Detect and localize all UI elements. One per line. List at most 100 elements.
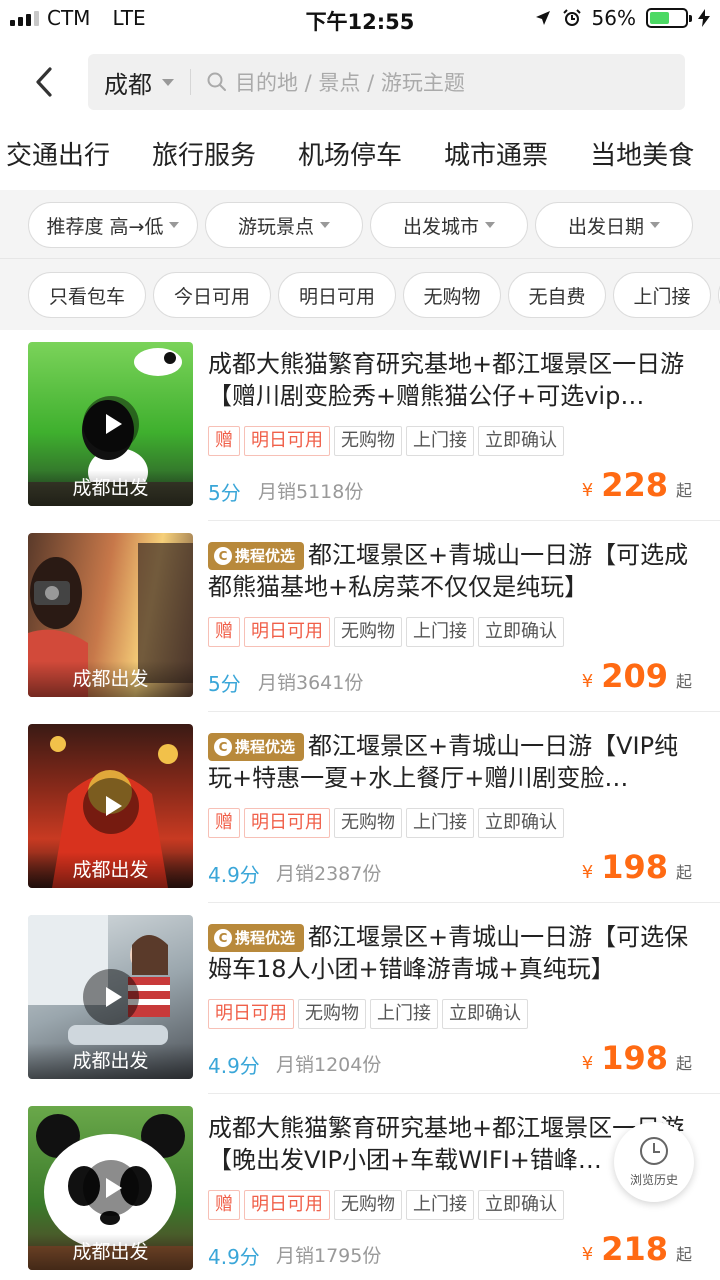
gift-tag: 赠 bbox=[208, 426, 240, 456]
pickup-tag: 上门接 bbox=[406, 808, 474, 838]
currency-symbol: ¥ bbox=[581, 862, 594, 883]
back-button[interactable] bbox=[24, 62, 64, 102]
product-title[interactable]: C 携程优选 都江堰景区+青城山一日游【VIP纯玩+特惠一夏+水上餐厅+赠川剧变脸… bbox=[208, 730, 698, 794]
product-sales: 月销5118份 bbox=[258, 481, 364, 503]
chevron-down-icon bbox=[485, 222, 495, 228]
instant-confirm-tag: 立即确认 bbox=[478, 426, 564, 456]
product-price: ¥ 198 起 bbox=[582, 848, 692, 886]
tomorrow-tag: 明日可用 bbox=[208, 999, 294, 1029]
badge-text: 携程优选 bbox=[235, 738, 296, 756]
sort-filter-label: 推荐度 高→低 bbox=[46, 215, 164, 238]
play-icon[interactable] bbox=[82, 969, 139, 1025]
quick-tag-no-shopping[interactable]: 无购物 bbox=[403, 272, 501, 318]
pickup-tag: 上门接 bbox=[370, 999, 438, 1029]
pickup-tag: 上门接 bbox=[406, 426, 474, 456]
tomorrow-tag: 明日可用 bbox=[244, 1190, 330, 1220]
product-title[interactable]: C 携程优选 都江堰景区+青城山一日游【可选成都熊猫基地+私房菜不仅仅是纯玩】 bbox=[208, 539, 698, 603]
chevron-down-icon bbox=[169, 222, 180, 228]
product-card[interactable]: 成都出发 成都大熊猫繁育研究基地+都江堰景区一日游【赠川剧变脸秀+赠熊猫公仔+可… bbox=[0, 330, 720, 521]
product-tags: 赠 明日可用 无购物 上门接 立即确认 bbox=[208, 1190, 564, 1220]
tab-travel-service[interactable]: 旅行服务 bbox=[144, 130, 256, 186]
ctrip-logo-icon: C bbox=[214, 929, 232, 947]
price-value: 218 bbox=[601, 1230, 668, 1268]
quick-tag-no-extra-cost[interactable]: 无自费 bbox=[508, 272, 606, 318]
product-title[interactable]: C 携程优选 都江堰景区+青城山一日游【可选保姆车18人小团+错峰游青城+真纯玩】 bbox=[208, 921, 698, 985]
location-arrow-icon bbox=[535, 11, 550, 25]
search-divider bbox=[190, 69, 191, 95]
chevron-left-icon bbox=[36, 67, 52, 97]
instant-confirm-tag: 立即确认 bbox=[442, 999, 528, 1029]
scenic-filter-label: 游玩景点 bbox=[237, 215, 314, 238]
currency-symbol: ¥ bbox=[581, 480, 594, 501]
product-tags: 赠 明日可用 无购物 上门接 立即确认 bbox=[208, 617, 564, 647]
product-card[interactable]: 成都出发 C 携程优选 都江堰景区+青城山一日游【可选成都熊猫基地+私房菜不仅仅是纯… bbox=[0, 521, 720, 712]
browse-history-label: 浏览历史 bbox=[629, 1172, 678, 1187]
product-price: ¥ 228 起 bbox=[582, 466, 692, 504]
clock-icon bbox=[640, 1136, 668, 1165]
chevron-down-icon bbox=[650, 222, 660, 228]
tab-local-food[interactable]: 当地美食 bbox=[582, 130, 694, 186]
product-card[interactable]: 成都出发 C 携程优选 都江堰景区+青城山一日游【可选保姆车18人小团+错峰游青城+… bbox=[0, 903, 720, 1094]
category-tabs: 交通出行 旅行服务 机场停车 城市通票 当地美食 bbox=[0, 130, 720, 186]
pickup-tag: 上门接 bbox=[406, 617, 474, 647]
battery-icon bbox=[646, 8, 692, 28]
depart-date-filter[interactable]: 出发日期 bbox=[535, 202, 693, 248]
status-bar: CTM LTE 下午12:55 56% bbox=[0, 0, 720, 38]
pickup-tag: 上门接 bbox=[406, 1190, 474, 1220]
product-thumbnail[interactable]: 成都出发 bbox=[28, 342, 193, 506]
no-shopping-tag: 无购物 bbox=[334, 808, 402, 838]
quick-tag-today[interactable]: 今日可用 bbox=[153, 272, 271, 318]
search-bar[interactable]: 成都 目的地 / 景点 / 游玩主题 bbox=[88, 54, 685, 110]
price-value: 209 bbox=[601, 657, 668, 695]
product-title-text: 成都大熊猫繁育研究基地+都江堰景区一日游【赠川剧变脸秀+赠熊猫公仔+可选vip… bbox=[208, 350, 685, 410]
instant-confirm-tag: 立即确认 bbox=[478, 808, 564, 838]
gift-tag: 赠 bbox=[208, 617, 240, 647]
quick-tag-charter[interactable]: 只看包车 bbox=[28, 272, 146, 318]
ctrip-select-badge: C 携程优选 bbox=[208, 542, 304, 570]
tab-transport[interactable]: 交通出行 bbox=[0, 130, 110, 186]
price-value: 228 bbox=[601, 466, 668, 504]
product-tags: 赠 明日可用 无购物 上门接 立即确认 bbox=[208, 808, 564, 838]
city-label: 成都 bbox=[104, 70, 152, 99]
tab-airport-parking[interactable]: 机场停车 bbox=[290, 130, 402, 186]
product-card[interactable]: 成都出发 C 携程优选 都江堰景区+青城山一日游【VIP纯玩+特惠一夏+水上餐厅+赠… bbox=[0, 712, 720, 903]
product-sales: 月销1795份 bbox=[276, 1245, 382, 1267]
product-thumbnail[interactable]: 成都出发 bbox=[28, 533, 193, 697]
scenic-filter[interactable]: 游玩景点 bbox=[205, 202, 363, 248]
price-value: 198 bbox=[601, 1039, 668, 1077]
quick-tag-pickup[interactable]: 上门接 bbox=[613, 272, 711, 318]
product-title[interactable]: 成都大熊猫繁育研究基地+都江堰景区一日游【赠川剧变脸秀+赠熊猫公仔+可选vip… bbox=[208, 348, 698, 412]
product-sales: 月销3641份 bbox=[258, 672, 364, 694]
product-thumbnail[interactable]: 成都出发 bbox=[28, 1106, 193, 1270]
city-selector[interactable]: 成都 bbox=[104, 65, 174, 100]
instant-confirm-tag: 立即确认 bbox=[478, 617, 564, 647]
price-suffix: 起 bbox=[675, 1054, 692, 1073]
depart-city-filter[interactable]: 出发城市 bbox=[370, 202, 528, 248]
search-input[interactable]: 目的地 / 景点 / 游玩主题 bbox=[235, 67, 465, 97]
tab-city-pass[interactable]: 城市通票 bbox=[436, 130, 548, 186]
thumb-label: 成都出发 bbox=[28, 852, 193, 888]
header: 成都 目的地 / 景点 / 游玩主题 bbox=[0, 52, 720, 112]
currency-symbol: ¥ bbox=[581, 1244, 594, 1265]
divider bbox=[0, 258, 720, 259]
product-price: ¥ 218 起 bbox=[582, 1230, 692, 1268]
product-thumbnail[interactable]: 成都出发 bbox=[28, 724, 193, 888]
product-score: 5分 bbox=[208, 481, 241, 505]
product-thumbnail[interactable]: 成都出发 bbox=[28, 915, 193, 1079]
no-shopping-tag: 无购物 bbox=[298, 999, 366, 1029]
instant-confirm-tag: 立即确认 bbox=[478, 1190, 564, 1220]
product-sales: 月销2387份 bbox=[276, 863, 382, 885]
play-icon[interactable] bbox=[82, 1160, 139, 1216]
play-icon[interactable] bbox=[82, 778, 139, 834]
price-suffix: 起 bbox=[675, 672, 692, 691]
product-price: ¥ 198 起 bbox=[582, 1039, 692, 1077]
thumb-label: 成都出发 bbox=[28, 1043, 193, 1079]
sort-filter[interactable]: 推荐度 高→低 bbox=[28, 202, 198, 248]
play-icon[interactable] bbox=[82, 396, 139, 452]
browse-history-button[interactable]: 浏览历史 bbox=[614, 1122, 694, 1202]
ctrip-logo-icon: C bbox=[214, 738, 232, 756]
thumb-label: 成都出发 bbox=[28, 661, 193, 697]
product-card[interactable]: 成都出发 成都大熊猫繁育研究基地+都江堰景区一日游【晚出发VIP小团+车载WIF… bbox=[0, 1094, 720, 1280]
tomorrow-tag: 明日可用 bbox=[244, 426, 330, 456]
quick-tag-tomorrow[interactable]: 明日可用 bbox=[278, 272, 396, 318]
